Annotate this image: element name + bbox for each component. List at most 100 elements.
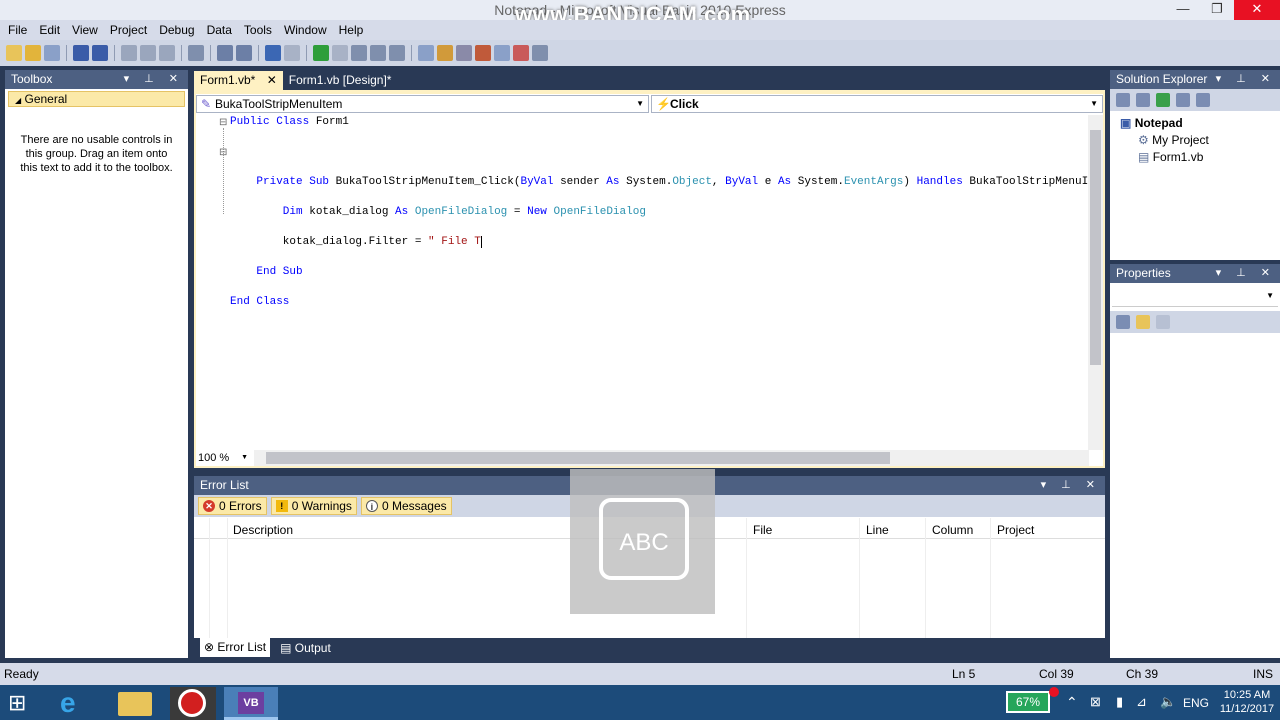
record-dot-icon <box>1049 687 1059 697</box>
add-item-icon[interactable] <box>44 45 60 61</box>
comment-icon[interactable] <box>217 45 233 61</box>
copy-icon[interactable] <box>140 45 156 61</box>
save-icon[interactable] <box>73 45 89 61</box>
step-into-icon[interactable] <box>351 45 367 61</box>
tab-error-list[interactable]: ⊗ Error List <box>200 638 271 657</box>
properties-icon[interactable] <box>1116 93 1130 107</box>
file-explorer-icon[interactable] <box>118 692 152 716</box>
internet-explorer-icon[interactable]: e <box>60 688 94 718</box>
cut-icon[interactable] <box>121 45 137 61</box>
status-column: Col 39 <box>1039 667 1074 681</box>
punctuation: ) <box>903 176 917 188</box>
close-tab-icon[interactable]: ✕ <box>267 73 277 87</box>
save-all-icon[interactable] <box>92 45 108 61</box>
panel-controls-icon[interactable]: ▾ ⊥ ✕ <box>124 70 184 89</box>
tab-output[interactable]: ▤ Output <box>280 641 331 655</box>
panel-controls-icon[interactable]: ▾ ⊥ ✕ <box>1041 476 1101 495</box>
tab-label: Output <box>294 640 331 655</box>
tree-item-my-project[interactable]: ⚙ My Project <box>1120 132 1280 149</box>
new-project-icon[interactable] <box>6 45 22 61</box>
tab-form1-code[interactable]: Form1.vb* ✕ <box>194 71 283 90</box>
object-dropdown[interactable]: ✎ BukaToolStripMenuItem ▼ <box>196 95 649 113</box>
identifier: BukaToolStripMenuIt <box>962 176 1088 188</box>
refresh-icon[interactable] <box>1156 93 1170 107</box>
extension-icon[interactable] <box>513 45 529 61</box>
redo-icon[interactable] <box>284 45 300 61</box>
volume-icon[interactable]: 🔈 <box>1160 694 1176 710</box>
menu-project[interactable]: Project <box>104 23 153 37</box>
toolbar-separator <box>114 45 115 61</box>
column-column[interactable]: Column <box>932 523 973 537</box>
toolbox-panel: Toolbox ▾ ⊥ ✕ ◢ General There are no usa… <box>5 70 188 658</box>
menu-file[interactable]: File <box>2 23 33 37</box>
messages-filter-button[interactable]: i 0 Messages <box>360 497 452 515</box>
tab-form1-design[interactable]: Form1.vb [Design]* <box>283 71 398 90</box>
menu-window[interactable]: Window <box>278 23 333 37</box>
column-line[interactable]: Line <box>866 523 889 537</box>
keyword: Public Class <box>230 116 310 128</box>
network-icon[interactable]: ⊠ <box>1090 694 1101 710</box>
view-code-icon[interactable] <box>1176 93 1190 107</box>
column-file[interactable]: File <box>753 523 772 537</box>
form-icon: ▤ <box>1138 150 1150 164</box>
alphabetical-icon[interactable] <box>1136 315 1150 329</box>
step-over-icon[interactable] <box>370 45 386 61</box>
chevron-up-icon[interactable]: ⌃ <box>1066 694 1078 711</box>
toolbox-group-general[interactable]: ◢ General <box>8 91 185 107</box>
menu-help[interactable]: Help <box>333 23 370 37</box>
horizontal-scroll-thumb[interactable] <box>266 452 890 464</box>
vertical-scroll-thumb[interactable] <box>1090 130 1101 365</box>
column-project[interactable]: Project <box>997 523 1034 537</box>
windows-start-icon[interactable]: ⊞ <box>8 690 38 716</box>
battery-icon[interactable]: ▮ <box>1116 694 1123 710</box>
warnings-filter-button[interactable]: ! 0 Warnings <box>270 497 357 515</box>
solution-explorer-icon[interactable] <box>418 45 434 61</box>
code-text[interactable]: Public Class Form1 Private Sub BukaToolS… <box>216 115 1088 445</box>
menu-tools[interactable]: Tools <box>238 23 278 37</box>
paste-icon[interactable] <box>159 45 175 61</box>
object-selector[interactable]: ▼ <box>1112 287 1278 307</box>
uncomment-icon[interactable] <box>236 45 252 61</box>
solution-tree: ▣ Notepad ⚙ My Project ▤ Form1.vb <box>1110 111 1280 166</box>
toolbox-empty-message: There are no usable controls in this gro… <box>20 134 173 174</box>
restore-button[interactable]: ❐ <box>1200 0 1234 20</box>
errors-filter-button[interactable]: ✕ 0 Errors <box>198 497 267 515</box>
toolbar-options-icon[interactable] <box>532 45 548 61</box>
menu-view[interactable]: View <box>66 23 104 37</box>
menu-debug[interactable]: Debug <box>153 23 200 37</box>
toolbox-header: Toolbox ▾ ⊥ ✕ <box>5 70 188 89</box>
column-description[interactable]: Description <box>233 523 293 537</box>
start-debugging-icon[interactable] <box>313 45 329 61</box>
show-all-files-icon[interactable] <box>1136 93 1150 107</box>
start-page-icon[interactable] <box>494 45 510 61</box>
language-indicator[interactable]: ENG <box>1183 696 1209 710</box>
find-icon[interactable] <box>188 45 204 61</box>
minimize-button[interactable]: — <box>1166 0 1200 20</box>
tree-item-form1[interactable]: ▤ Form1.vb <box>1120 149 1280 166</box>
categorized-icon[interactable] <box>1116 315 1130 329</box>
clock[interactable]: 10:25 AM 11/12/2017 <box>1218 688 1276 716</box>
menu-edit[interactable]: Edit <box>33 23 66 37</box>
menu-data[interactable]: Data <box>201 23 238 37</box>
stop-debugging-icon[interactable] <box>332 45 348 61</box>
close-button[interactable]: ✕ <box>1234 0 1280 20</box>
view-designer-icon[interactable] <box>1196 93 1210 107</box>
properties-icon[interactable] <box>437 45 453 61</box>
panel-controls-icon[interactable]: ▾ ⊥ ✕ <box>1216 70 1276 89</box>
code-line: Public Class Form1 <box>230 115 1088 130</box>
tree-item-project[interactable]: ▣ Notepad <box>1120 115 1280 132</box>
record-icon <box>178 689 206 717</box>
object-dropdown-value: BukaToolStripMenuItem <box>215 97 343 111</box>
battery-indicator[interactable]: 67% <box>1006 691 1050 713</box>
open-file-icon[interactable] <box>25 45 41 61</box>
step-out-icon[interactable] <box>389 45 405 61</box>
navigation-bar: ✎ BukaToolStripMenuItem ▼ ⚡ Click ▼ <box>196 95 1103 113</box>
property-pages-icon[interactable] <box>1156 315 1170 329</box>
event-dropdown[interactable]: ⚡ Click ▼ <box>651 95 1103 113</box>
zoom-dropdown[interactable]: 100 % ▼ <box>196 450 252 466</box>
error-list-icon[interactable] <box>475 45 491 61</box>
undo-icon[interactable] <box>265 45 281 61</box>
panel-controls-icon[interactable]: ▾ ⊥ ✕ <box>1216 264 1276 283</box>
wifi-icon[interactable]: ⊿ <box>1136 694 1147 710</box>
toolbox-icon[interactable] <box>456 45 472 61</box>
